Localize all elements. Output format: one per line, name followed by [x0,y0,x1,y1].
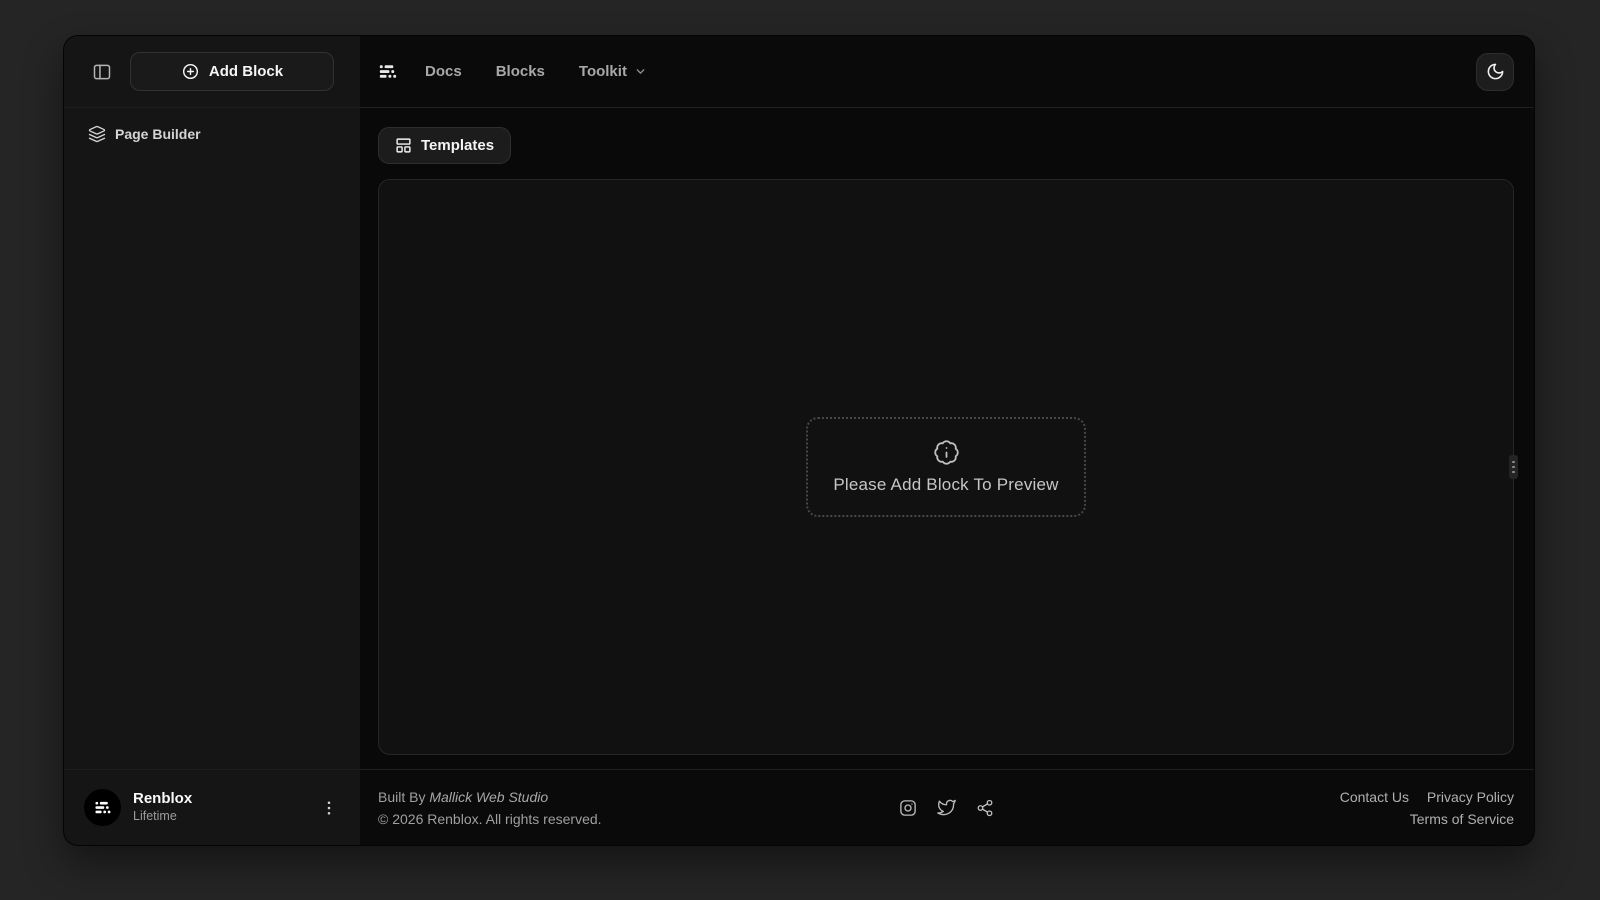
account-name: Renblox [133,790,308,809]
account-menu-button[interactable] [320,799,338,817]
nav-item-docs[interactable]: Docs [425,63,462,80]
empty-state-message: Please Add Block To Preview [833,475,1058,495]
nav-item-toolkit[interactable]: Toolkit [579,63,647,80]
copyright-text: © 2026 Renblox. All rights reserved. [378,808,899,830]
chevron-down-icon [634,65,647,78]
built-by-label: Built By [378,789,425,805]
sidebar-item-page-builder[interactable]: Page Builder [88,125,336,143]
circle-plus-icon [181,62,200,81]
account-info: Renblox Lifetime [133,790,308,824]
main-content: Templates Please Add Block To Preview [360,108,1534,769]
account-plan-badge: Lifetime [133,809,308,825]
moon-icon [1486,62,1505,81]
kebab-menu-icon [320,799,338,817]
terms-of-service-link[interactable]: Terms of Service [1410,811,1514,827]
footer-credits: Built By Mallick Web Studio © 2026 Renbl… [378,786,899,830]
layout-panel-top-icon [395,137,412,154]
share-icon[interactable] [976,799,994,817]
sidebar-footer: Renblox Lifetime [64,769,360,845]
nav-item-blocks[interactable]: Blocks [496,63,545,80]
social-links [899,798,994,817]
layers-icon [88,125,106,143]
studio-name: Mallick Web Studio [429,789,548,805]
sidebar-item-label: Page Builder [115,126,201,142]
canvas-resize-handle[interactable] [1509,455,1518,479]
legal-links: Contact Us Privacy Policy Terms of Servi… [994,786,1515,830]
app-window: Add Block Docs Blocks Toolkit [64,36,1534,845]
preview-canvas: Please Add Block To Preview [378,179,1514,755]
privacy-policy-link[interactable]: Privacy Policy [1427,789,1514,805]
top-navbar: Docs Blocks Toolkit [360,36,1534,108]
panel-left-icon [92,62,112,82]
sidebar-header: Add Block [64,36,360,108]
renblox-logo-icon[interactable] [376,60,399,83]
contact-us-link[interactable]: Contact Us [1340,789,1409,805]
templates-button[interactable]: Templates [378,127,511,164]
instagram-icon[interactable] [899,799,917,817]
add-block-label: Add Block [209,63,283,80]
main-nav: Docs Blocks Toolkit [425,63,647,80]
empty-state: Please Add Block To Preview [806,417,1086,517]
add-block-button[interactable]: Add Block [130,52,334,91]
renblox-avatar-logo [84,789,121,826]
badge-info-icon [933,439,960,466]
theme-toggle-button[interactable] [1476,53,1514,91]
sidebar-toggle-button[interactable] [92,62,112,82]
page-footer: Built By Mallick Web Studio © 2026 Renbl… [360,769,1534,845]
twitter-icon[interactable] [937,798,956,817]
templates-label: Templates [421,137,494,154]
sidebar: Page Builder [64,108,360,769]
